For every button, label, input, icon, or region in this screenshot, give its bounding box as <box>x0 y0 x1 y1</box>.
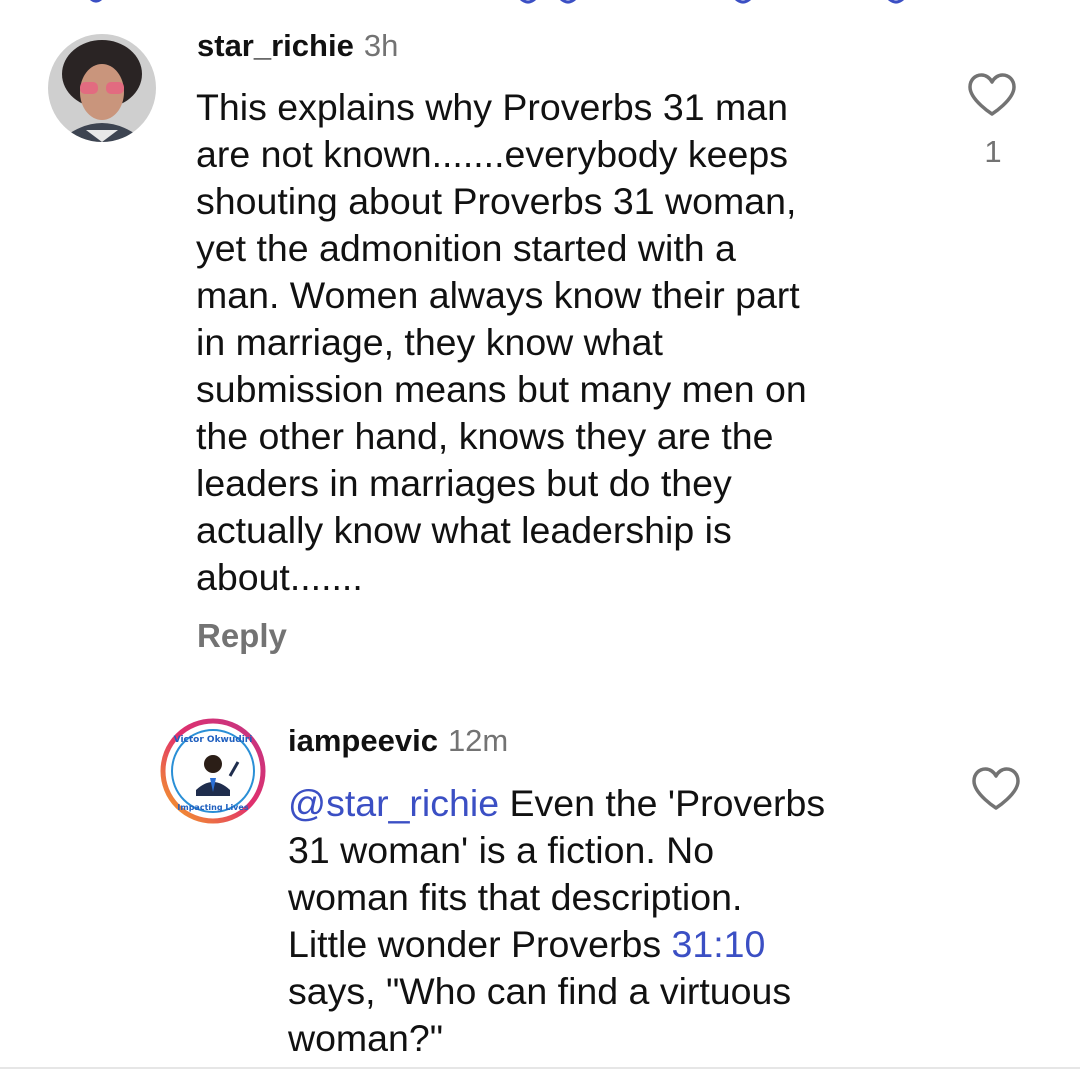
avatar-logo-icon: Victor Okwudiri Impacting Lives <box>160 718 266 824</box>
username[interactable]: iampeevic <box>288 723 438 758</box>
comment-text-line: says, "Who can find a virtuous <box>288 970 792 1012</box>
comment-text-line: are not known.......everybody keeps <box>196 133 788 175</box>
like-button[interactable] <box>966 72 1018 118</box>
user-mention-link[interactable]: @star_richie <box>288 782 499 824</box>
comment-text-line: in marriage, they know what <box>196 321 663 363</box>
comment-text-line: woman fits that description. <box>288 876 743 918</box>
comment-text-line: This explains why Proverbs 31 man <box>196 86 788 128</box>
timestamp: 3h <box>363 28 399 63</box>
avatar[interactable] <box>48 34 156 142</box>
comment-text-line: yet the admonition started with a <box>196 227 736 269</box>
previous-content-clipped <box>0 0 1080 14</box>
svg-text:Impacting Lives: Impacting Lives <box>177 803 248 812</box>
comment-text-line: @star_richie Even the 'Proverbs <box>288 782 826 824</box>
comment-text-line: the other hand, knows they are the <box>196 415 774 457</box>
comment-text-line: Little wonder Proverbs 31:10 <box>288 923 766 965</box>
comment-text-line: man. Women always know their part <box>196 274 800 316</box>
like-count: 1 <box>984 134 1002 169</box>
username[interactable]: star_richie <box>197 28 354 63</box>
comment-header: iampeevic 12m <box>288 723 508 765</box>
comment-header: star_richie 3h <box>197 28 398 70</box>
verse-link[interactable]: 31:10 <box>672 923 766 965</box>
heart-outline-icon <box>972 767 1020 810</box>
avatar-photo-icon <box>48 34 156 142</box>
like-button[interactable] <box>970 766 1022 812</box>
comment-text-line: submission means but many men on <box>196 368 807 410</box>
comment-text-line: about....... <box>196 556 363 598</box>
avatar-with-story-ring[interactable]: Victor Okwudiri Impacting Lives <box>160 718 266 824</box>
comment-text-line: actually know what leadership is <box>196 509 732 551</box>
comment-text: This explains why Proverbs 31 man are no… <box>196 84 916 601</box>
comment-text-line: leaders in marriages but do they <box>196 462 732 504</box>
reply-button[interactable]: Reply <box>197 616 287 656</box>
divider <box>0 1067 1080 1069</box>
comment-text-line: woman?" <box>288 1017 444 1059</box>
heart-outline-icon <box>968 73 1016 116</box>
comment-text-line: shouting about Proverbs 31 woman, <box>196 180 797 222</box>
timestamp: 12m <box>447 723 509 758</box>
comment-text-line: 31 woman' is a fiction. No <box>288 829 715 871</box>
comment-text: @star_richie Even the 'Proverbs 31 woman… <box>288 780 928 1062</box>
svg-text:Victor Okwudiri: Victor Okwudiri <box>174 735 253 745</box>
